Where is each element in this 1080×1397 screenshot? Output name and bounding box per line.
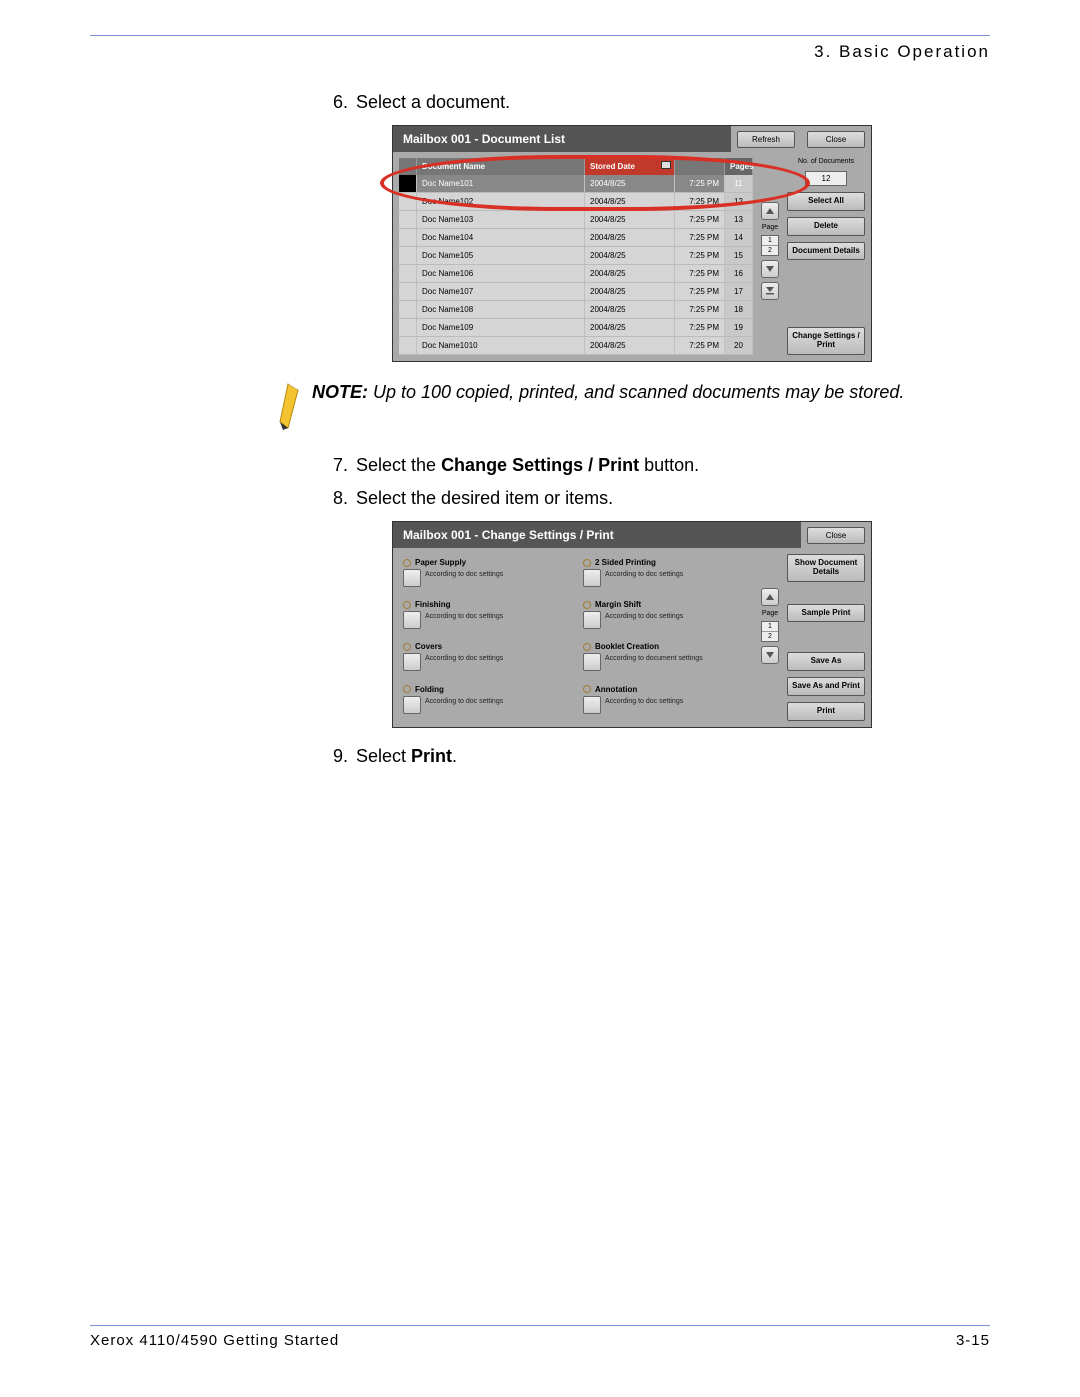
setting-covers[interactable]: Covers According to doc settings xyxy=(403,642,569,674)
table-row[interactable]: Doc Name1052004/8/257:25 PM15 xyxy=(399,247,753,265)
col-icon xyxy=(399,158,417,175)
setting-booklet[interactable]: Booklet Creation According to document s… xyxy=(583,642,749,674)
sample-print-button[interactable]: Sample Print xyxy=(787,604,865,623)
save-as-button[interactable]: Save As xyxy=(787,652,865,671)
panel-title: Mailbox 001 - Document List xyxy=(393,126,731,152)
col-name[interactable]: Document Name xyxy=(417,158,585,175)
setting-paper-supply[interactable]: Paper Supply According to doc settings xyxy=(403,558,569,590)
refresh-button[interactable]: Refresh xyxy=(737,131,795,148)
table-row[interactable]: Doc Name10102004/8/257:25 PM20 xyxy=(399,337,753,355)
change-settings-panel: Mailbox 001 - Change Settings / Print Cl… xyxy=(392,521,872,728)
footer-right: 3-15 xyxy=(956,1332,990,1349)
doc-count-label: No. of Documents xyxy=(787,158,865,165)
select-all-button[interactable]: Select All xyxy=(787,192,865,211)
document-list-panel: Mailbox 001 - Document List Refresh Clos… xyxy=(392,125,872,362)
step-8: 8. Select the desired item or items. xyxy=(320,488,990,509)
setting-annotation[interactable]: Annotation According to doc settings xyxy=(583,685,749,717)
document-table: Document Name Stored Date Pages Doc Name… xyxy=(399,158,753,355)
pencil-icon xyxy=(270,380,312,437)
close-button[interactable]: Close xyxy=(807,527,865,544)
page-indicator: 12 xyxy=(761,621,779,642)
col-pages[interactable]: Pages xyxy=(725,158,753,175)
show-document-details-button[interactable]: Show Document Details xyxy=(787,554,865,582)
document-details-button[interactable]: Document Details xyxy=(787,242,865,261)
delete-button[interactable]: Delete xyxy=(787,217,865,236)
doc-count: 12 xyxy=(805,171,847,186)
change-settings-print-button[interactable]: Change Settings / Print xyxy=(787,327,865,355)
page-label: Page xyxy=(762,224,778,231)
setting-margin-shift[interactable]: Margin Shift According to doc settings xyxy=(583,600,749,632)
scroll-down-icon[interactable] xyxy=(761,260,779,278)
table-row[interactable]: Doc Name1012004/8/257:25 PM11 xyxy=(399,175,753,193)
table-row[interactable]: Doc Name1032004/8/257:25 PM13 xyxy=(399,211,753,229)
step-6: 6. Select a document. xyxy=(320,92,990,113)
setting-finishing[interactable]: Finishing According to doc settings xyxy=(403,600,569,632)
print-button[interactable]: Print xyxy=(787,702,865,721)
setting-folding[interactable]: Folding According to doc settings xyxy=(403,685,569,717)
header-rule xyxy=(90,35,990,36)
table-row[interactable]: Doc Name1082004/8/257:25 PM18 xyxy=(399,301,753,319)
col-date[interactable]: Stored Date xyxy=(585,158,675,175)
sort-icon xyxy=(661,161,671,169)
footer-left: Xerox 4110/4590 Getting Started xyxy=(90,1332,339,1349)
scroll-end-icon[interactable] xyxy=(761,282,779,300)
scroll-up-icon[interactable] xyxy=(761,202,779,220)
section-title: 3. Basic Operation xyxy=(90,42,990,62)
page-label: Page xyxy=(762,610,778,617)
save-as-and-print-button[interactable]: Save As and Print xyxy=(787,677,865,696)
table-row[interactable]: Doc Name1042004/8/257:25 PM14 xyxy=(399,229,753,247)
panel-title: Mailbox 001 - Change Settings / Print xyxy=(393,522,801,548)
setting-two-sided[interactable]: 2 Sided Printing According to doc settin… xyxy=(583,558,749,590)
table-row[interactable]: Doc Name1062004/8/257:25 PM16 xyxy=(399,265,753,283)
table-row[interactable]: Doc Name1092004/8/257:25 PM19 xyxy=(399,319,753,337)
close-button[interactable]: Close xyxy=(807,131,865,148)
table-row[interactable]: Doc Name1022004/8/257:25 PM12 xyxy=(399,193,753,211)
step-7: 7. Select the Change Settings / Print bu… xyxy=(320,455,990,476)
footer-rule xyxy=(90,1325,990,1326)
table-row[interactable]: Doc Name1072004/8/257:25 PM17 xyxy=(399,283,753,301)
step-9: 9. Select Print. xyxy=(320,746,990,767)
page-indicator: 12 xyxy=(761,235,779,256)
note-text: NOTE: Up to 100 copied, printed, and sca… xyxy=(312,380,904,404)
col-time xyxy=(675,158,725,175)
scroll-down-icon[interactable] xyxy=(761,646,779,664)
scroll-up-icon[interactable] xyxy=(761,588,779,606)
